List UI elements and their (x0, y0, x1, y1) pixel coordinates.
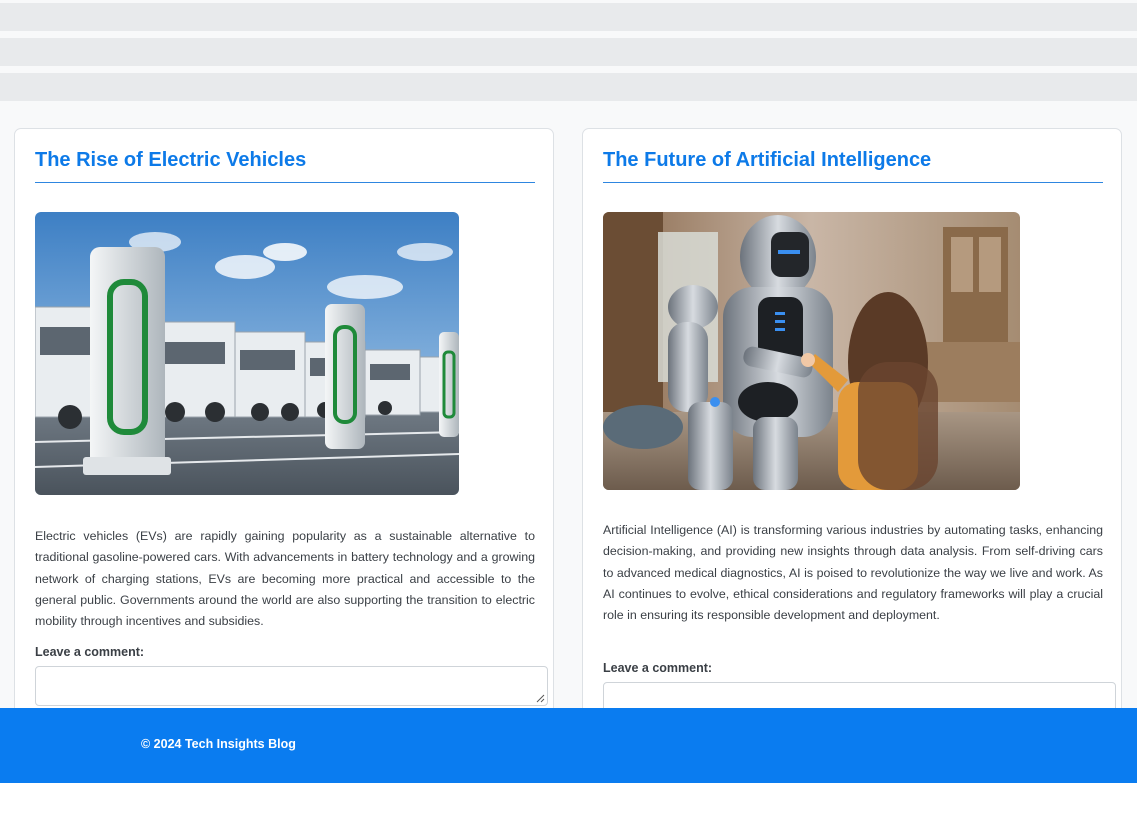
article-image (35, 212, 459, 495)
site-footer: © 2024 Tech Insights Blog (0, 708, 1137, 783)
loading-placeholder-bar (0, 73, 1137, 101)
footer-copyright: © 2024 Tech Insights Blog (141, 737, 296, 751)
comment-textarea[interactable] (35, 666, 548, 706)
ev-charging-image (35, 212, 459, 495)
article-body: Electric vehicles (EVs) are rapidly gain… (35, 529, 535, 629)
article-card-artificial-intelligence: The Future of Artificial Intelligence Ar… (582, 128, 1122, 728)
title-divider (35, 182, 535, 183)
article-image (603, 212, 1020, 490)
article-card-electric-vehicles: The Rise of Electric Vehicles Electric v… (14, 128, 554, 728)
article-title: The Future of Artificial Intelligence (603, 149, 932, 171)
article-title: The Rise of Electric Vehicles (35, 149, 307, 171)
article-body: Artificial Intelligence (AI) is transfor… (603, 523, 1103, 623)
comment-label: Leave a comment: (35, 645, 145, 659)
comment-label: Leave a comment: (603, 661, 713, 675)
loading-placeholder-bar (0, 3, 1137, 31)
resize-grip-icon[interactable] (535, 693, 545, 703)
title-divider (603, 182, 1103, 183)
loading-placeholder-bar (0, 38, 1137, 66)
robot-girl-image (603, 212, 1020, 490)
